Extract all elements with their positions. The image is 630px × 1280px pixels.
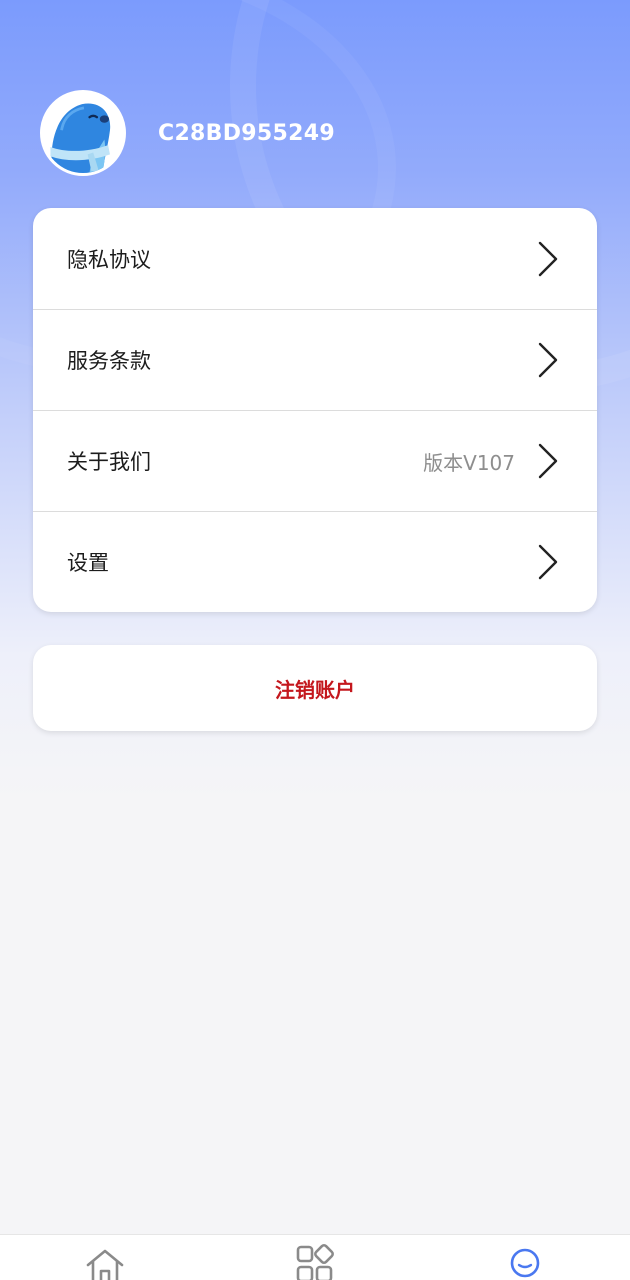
menu-item-about-us[interactable]: 关于我们 版本V107 (33, 410, 597, 511)
avatar[interactable] (40, 90, 126, 176)
menu-item-label: 设置 (67, 551, 109, 575)
chevron-right-icon (538, 241, 558, 276)
chevron-right-icon (538, 443, 558, 479)
tab-home[interactable] (83, 1243, 127, 1280)
apps-grid-icon (296, 1244, 334, 1280)
menu-card: 隐私协议 服务条款 关于我们 版本V107 设置 (33, 208, 597, 612)
menu-item-settings[interactable]: 设置 (33, 511, 597, 612)
delete-account-button[interactable]: 注销账户 (33, 645, 597, 731)
profile-header: C28BD955249 (40, 90, 335, 176)
home-icon (86, 1249, 124, 1280)
seal-mascot-avatar-icon (43, 93, 123, 173)
menu-item-label: 隐私协议 (67, 247, 151, 272)
user-id: C28BD955249 (158, 120, 335, 146)
menu-item-label: 关于我们 (67, 450, 151, 474)
chevron-right-icon (538, 342, 558, 378)
delete-account-label: 注销账户 (275, 677, 355, 702)
version-label: 版本V107 (423, 450, 515, 475)
menu-item-privacy-policy[interactable]: 隐私协议 (33, 208, 597, 309)
tab-profile[interactable] (503, 1243, 547, 1280)
chevron-right-icon (538, 544, 558, 580)
tab-apps[interactable] (293, 1243, 337, 1280)
menu-item-terms-of-service[interactable]: 服务条款 (33, 309, 597, 410)
bottom-nav (0, 1234, 630, 1280)
menu-item-label: 服务条款 (67, 349, 151, 373)
profile-icon (510, 1248, 540, 1278)
